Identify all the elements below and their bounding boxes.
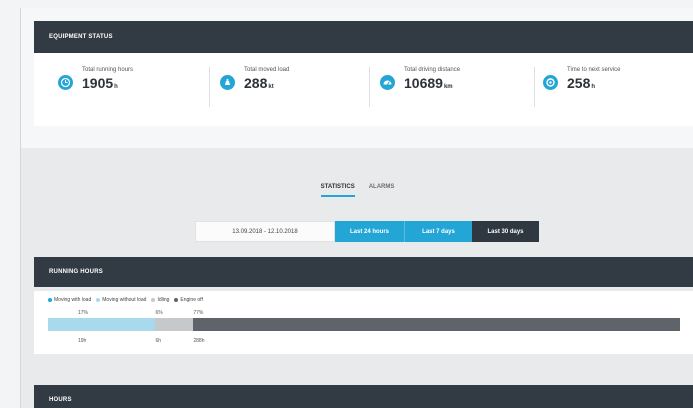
kpi-moved-load: Total moved load 288kt <box>220 67 289 91</box>
view-tabs: STATISTICS ALARMS <box>21 184 693 197</box>
legend-swatch <box>174 298 179 302</box>
segment-percent-label: 6% <box>155 310 163 316</box>
kpi-value: 1905h <box>82 75 118 91</box>
divider <box>369 67 370 107</box>
speedometer-icon <box>380 75 395 90</box>
kpi-value: 288kt <box>244 75 274 91</box>
last-30-days-button[interactable]: Last 30 days <box>472 221 539 242</box>
kpi-label: Total driving distance <box>404 67 461 73</box>
dashboard-page: EQUIPMENT STATUS Total running hours 190… <box>20 8 693 408</box>
kpi-value: 10689km <box>404 75 453 91</box>
legend-item: Engine off <box>174 297 203 303</box>
bar-segment <box>155 318 194 331</box>
legend-swatch <box>48 298 52 302</box>
running-hours-title: RUNNING HOURS <box>49 269 103 275</box>
clock-icon <box>58 75 73 90</box>
kpi-running-hours: Total running hours 1905h <box>58 67 133 91</box>
kpi-panel: Total running hours 1905h Total moved lo… <box>34 53 693 126</box>
tab-alarms[interactable]: ALARMS <box>369 184 395 197</box>
divider <box>534 67 535 107</box>
legend-item: Moving with load <box>48 297 91 303</box>
last-24-hours-button[interactable]: Last 24 hours <box>335 221 404 242</box>
segment-percent-label: 77% <box>193 310 204 316</box>
legend-item: Moving without load <box>96 297 146 303</box>
bar-segment <box>48 318 156 331</box>
period-selector: Last 24 hours Last 7 days Last 30 days <box>335 221 539 242</box>
running-hours-panel: Moving with load Moving without load Idl… <box>34 291 693 354</box>
segment-percent-label: 17% <box>78 310 89 316</box>
last-7-days-button[interactable]: Last 7 days <box>404 221 472 242</box>
weight-icon <box>220 75 235 90</box>
bar-segment <box>193 318 680 331</box>
kpi-driving-distance: Total driving distance 10689km <box>380 67 460 91</box>
legend-swatch <box>151 298 156 302</box>
running-hours-header: RUNNING HOURS <box>34 257 693 287</box>
segment-hours-label: 288h <box>193 338 205 344</box>
running-hours-bar <box>48 318 680 331</box>
service-icon <box>543 75 558 90</box>
hours-section-title: HOURS <box>49 397 72 403</box>
segment-hours-label: 6h <box>155 338 161 344</box>
equipment-status-title: EQUIPMENT STATUS <box>49 34 113 40</box>
kpi-value: 258h <box>567 75 596 91</box>
legend-item: Idling <box>151 297 169 303</box>
hours-section-header: HOURS <box>34 385 693 408</box>
equipment-status-header: EQUIPMENT STATUS <box>34 21 693 53</box>
date-range-picker[interactable]: 13.09.2018 - 12.10.2018 <box>195 221 335 242</box>
divider <box>209 67 210 107</box>
kpi-label: Time to next service <box>567 67 621 73</box>
running-hours-legend: Moving with load Moving without load Idl… <box>48 297 203 303</box>
segment-hours-label: 19h <box>78 338 87 344</box>
kpi-next-service: Time to next service 258h <box>543 67 620 91</box>
kpi-label: Total running hours <box>82 67 134 73</box>
legend-swatch <box>96 298 101 302</box>
kpi-label: Total moved load <box>244 67 290 73</box>
tab-statistics[interactable]: STATISTICS <box>320 184 355 197</box>
